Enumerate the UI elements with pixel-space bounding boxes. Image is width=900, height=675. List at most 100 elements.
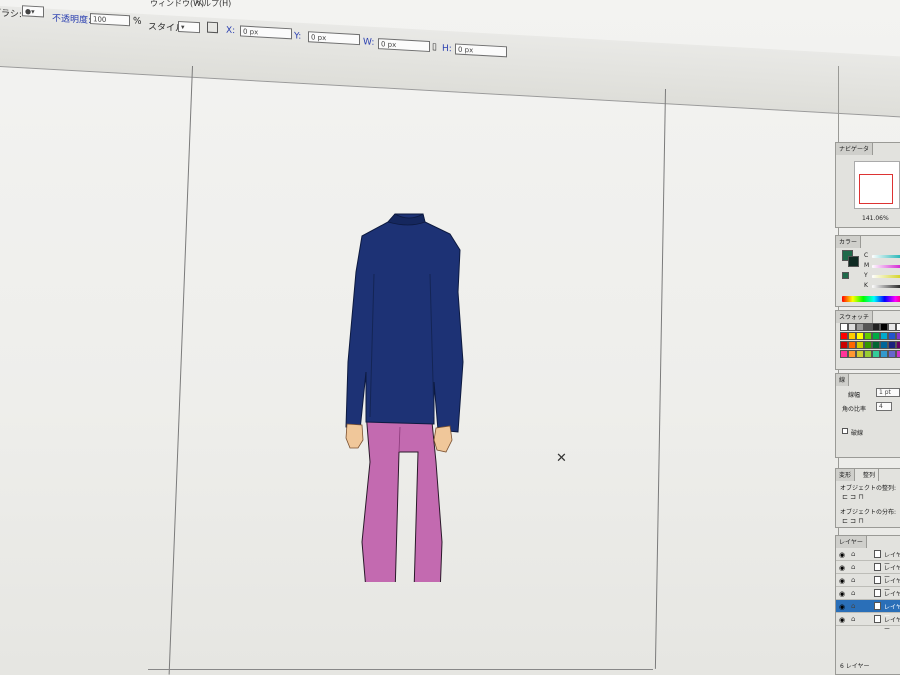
brush-select[interactable]: ●▾ [22, 5, 44, 18]
swatch[interactable] [888, 323, 896, 331]
lock-icon[interactable]: ⌂ [851, 576, 855, 584]
w-input[interactable]: 0 px [378, 38, 430, 53]
h-label: H: [442, 43, 452, 55]
distribute-buttons-icon[interactable]: ⊏ ⊐ ⊓ [842, 517, 864, 525]
swatch[interactable] [896, 332, 900, 340]
opacity-input[interactable]: 100 [90, 13, 130, 27]
navigator-thumbnail[interactable] [854, 161, 900, 209]
channel-y-label: Y [864, 272, 868, 279]
swatch[interactable] [848, 323, 856, 331]
swatch[interactable] [872, 332, 880, 340]
swatch[interactable] [864, 350, 872, 358]
swatch[interactable] [888, 350, 896, 358]
swatch[interactable] [848, 341, 856, 349]
swatch[interactable] [848, 332, 856, 340]
swatch[interactable] [848, 350, 856, 358]
reference-point-icon[interactable] [207, 21, 218, 34]
layers-count: 6 レイヤー [840, 663, 870, 670]
artboard-right-edge [654, 89, 666, 669]
canvas-area[interactable]: ✕ [0, 66, 845, 675]
layer-row[interactable]: ◉⌂レイヤー [836, 600, 900, 620]
slider-y[interactable] [872, 275, 900, 278]
layer-name[interactable]: レイヤー [884, 615, 900, 633]
swatch[interactable] [896, 350, 900, 358]
align-buttons-icon[interactable]: ⊏ ⊐ ⊓ [842, 493, 864, 501]
navigator-tab[interactable]: ナビゲータ [836, 143, 874, 155]
slider-k[interactable] [872, 285, 900, 288]
visibility-eye-icon[interactable]: ◉ [839, 577, 845, 585]
color-panel[interactable]: カラー C M Y K [835, 235, 900, 307]
align-tab[interactable]: 整列 [860, 469, 880, 481]
swatch[interactable] [896, 323, 900, 331]
swatch[interactable] [872, 323, 880, 331]
style-select[interactable]: ▾ [178, 20, 200, 34]
h-input[interactable]: 0 px [455, 43, 507, 58]
figure-illustration[interactable] [300, 212, 500, 641]
visibility-eye-icon[interactable]: ◉ [839, 603, 845, 611]
mini-fill-swatch[interactable] [842, 272, 849, 279]
swatch[interactable] [872, 341, 880, 349]
left-hand [345, 423, 364, 449]
lock-icon[interactable]: ⌂ [851, 615, 855, 623]
swatch[interactable] [840, 323, 848, 331]
lock-icon[interactable]: ⌂ [851, 563, 855, 571]
layers-tab[interactable]: レイヤー [836, 536, 867, 548]
stroke-panel[interactable]: 線 線幅 1 pt 角の比率 4 破線 [835, 373, 900, 458]
link-icon[interactable]: ▯ [432, 42, 437, 52]
swatch[interactable] [880, 332, 888, 340]
visibility-eye-icon[interactable]: ◉ [839, 564, 845, 572]
layer-row[interactable]: ◉ ⌂ レイヤー [836, 613, 900, 633]
lock-icon[interactable]: ⌂ [851, 589, 855, 597]
swatch[interactable] [872, 350, 880, 358]
stroke-swatch[interactable] [848, 256, 859, 267]
x-input[interactable]: 0 px [240, 25, 292, 40]
transform-tab[interactable]: 変形 [836, 469, 856, 481]
layer-row[interactable]: ◉⌂レイヤー [836, 587, 900, 607]
swatch[interactable] [856, 323, 864, 331]
percent-label: % [133, 16, 142, 27]
layers-panel[interactable]: レイヤー ◉⌂レイヤー◉⌂レイヤー◉⌂レイヤー◉⌂レイヤー◉⌂レイヤー◉⌂レイヤ… [835, 535, 900, 675]
visibility-eye-icon[interactable]: ◉ [839, 590, 845, 598]
swatch[interactable] [896, 341, 900, 349]
pants [361, 411, 443, 596]
navigator-view-box[interactable] [859, 174, 893, 204]
swatch[interactable] [864, 323, 872, 331]
y-label: Y: [294, 31, 302, 42]
swatch[interactable] [856, 350, 864, 358]
navigator-panel[interactable]: ナビゲータ 141.06% [835, 142, 900, 228]
navigator-zoom[interactable]: 141.06% [862, 215, 889, 222]
lock-icon[interactable]: ⌂ [851, 602, 855, 610]
swatch[interactable] [856, 341, 864, 349]
layer-row[interactable]: ◉⌂レイヤー [836, 561, 900, 581]
swatch[interactable] [880, 323, 888, 331]
swatches-tab[interactable]: スウォッチ [836, 311, 874, 323]
y-input[interactable]: 0 px [308, 31, 360, 46]
align-panel[interactable]: 変形 整列 オブジェクトの整列: オブジェクトの分布: ⊏ ⊐ ⊓ ⊏ ⊐ ⊓ [835, 468, 900, 528]
layer-row[interactable]: ◉⌂レイヤー [836, 548, 900, 568]
swatch[interactable] [856, 332, 864, 340]
color-spectrum[interactable] [842, 296, 900, 302]
swatch[interactable] [864, 341, 872, 349]
miter-input[interactable]: 4 [876, 402, 892, 411]
swatch[interactable] [840, 341, 848, 349]
layer-row[interactable]: ◉⌂レイヤー [836, 574, 900, 594]
color-tab[interactable]: カラー [836, 236, 862, 248]
swatch[interactable] [840, 332, 848, 340]
channel-c-label: C [864, 252, 869, 259]
slider-c[interactable] [872, 255, 900, 258]
menu-help[interactable]: ヘルプ(H) [195, 0, 231, 9]
swatch[interactable] [840, 350, 848, 358]
swatch[interactable] [880, 350, 888, 358]
weight-input[interactable]: 1 pt [876, 388, 900, 397]
swatch[interactable] [864, 332, 872, 340]
swatch[interactable] [888, 332, 896, 340]
visibility-eye-icon[interactable]: ◉ [839, 551, 845, 559]
dashed-checkbox[interactable] [842, 428, 848, 434]
swatch[interactable] [888, 341, 896, 349]
slider-m[interactable] [872, 265, 900, 268]
visibility-eye-icon[interactable]: ◉ [839, 616, 845, 624]
swatches-panel[interactable]: スウォッチ [835, 310, 900, 370]
lock-icon[interactable]: ⌂ [851, 550, 855, 558]
stroke-tab[interactable]: 線 [836, 374, 850, 386]
swatch[interactable] [880, 341, 888, 349]
